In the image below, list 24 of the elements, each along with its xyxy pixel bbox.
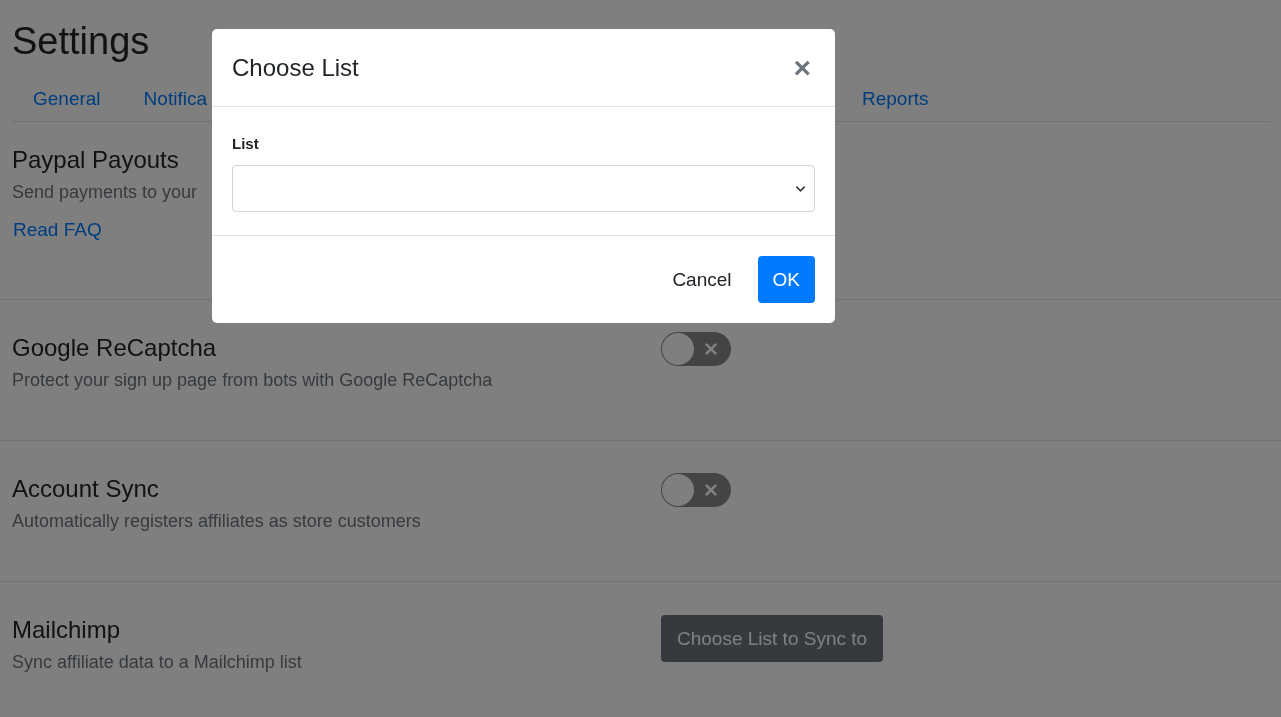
faq-link[interactable]: Read FAQ <box>13 219 102 241</box>
section-title: Mailchimp <box>12 615 121 645</box>
cancel-button[interactable]: Cancel <box>654 256 750 303</box>
choose-list-button[interactable]: Choose List to Sync to <box>661 615 884 662</box>
section-title: Account Sync <box>12 474 159 504</box>
tab[interactable]: General <box>12 87 122 110</box>
x-icon <box>704 342 718 356</box>
section-description: Sync affiliate data to a Mailchimp list <box>12 651 302 674</box>
section-title: Google ReCaptcha <box>12 333 217 363</box>
section-description: Protect your sign up page from bots with Google ReCaptcha <box>12 369 493 392</box>
section-description: Send payments to your <box>12 181 198 204</box>
modal-title: Choose List <box>232 53 359 82</box>
list-select[interactable] <box>232 165 815 212</box>
x-icon <box>704 483 718 497</box>
toggle-switch[interactable] <box>661 473 731 507</box>
toggle-switch[interactable] <box>661 332 731 366</box>
ok-button[interactable]: OK <box>757 256 815 303</box>
section-description: Automatically registers affiliates as store customers <box>12 510 421 533</box>
page-title: Settings <box>12 19 150 64</box>
field-label: List <box>232 135 260 152</box>
section-title: Paypal Payouts <box>12 145 179 175</box>
close-button[interactable]: × <box>789 52 815 83</box>
tab[interactable]: Reports <box>840 87 950 110</box>
chevron-icon <box>795 185 806 193</box>
